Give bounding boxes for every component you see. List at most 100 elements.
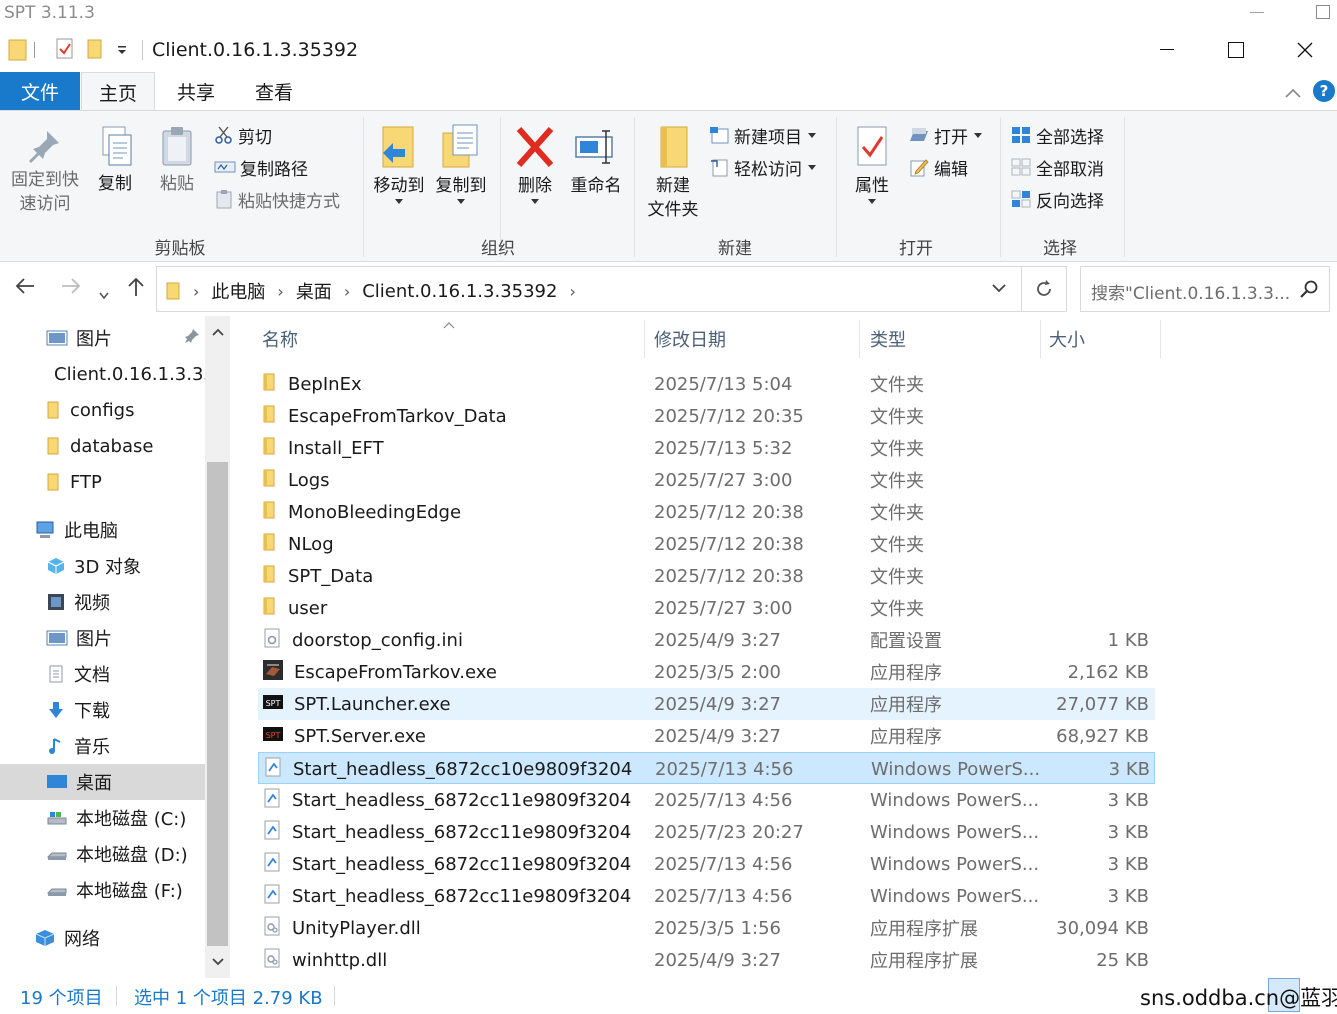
nav-item-database[interactable]: database [0, 428, 205, 464]
move-to-button[interactable]: 移动到 [370, 123, 428, 204]
file-row[interactable]: Start_headless_6872cc10e9809f3204... 2025… [258, 752, 1155, 784]
column-separator[interactable] [644, 320, 645, 358]
maximize-button[interactable] [1201, 28, 1271, 72]
file-row[interactable]: Start_headless_6872cc11e9809f3204... 2025… [258, 880, 1155, 912]
nav-item-documents[interactable]: 文档 [0, 656, 205, 692]
file-type: 文件夹 [870, 375, 924, 396]
edit-button[interactable]: 编辑 [908, 153, 968, 181]
minimize-button[interactable] [1132, 28, 1202, 72]
column-separator[interactable] [859, 320, 860, 358]
nav-item-drive-f[interactable]: 本地磁盘 (F:) [0, 872, 205, 908]
open-button[interactable]: 打开 [908, 121, 982, 149]
nav-item-network[interactable]: 网络 [0, 920, 205, 956]
column-separator[interactable] [1040, 320, 1041, 358]
nav-item-client-folder[interactable]: Client.0.16.1.3.35392 [0, 356, 205, 392]
nav-item-pictures-quick[interactable]: 图片 [0, 320, 205, 356]
recent-locations-chevron-icon[interactable] [98, 282, 110, 306]
customize-qa-dropdown-icon[interactable] [116, 42, 128, 61]
collapse-ribbon-icon[interactable] [1284, 84, 1302, 103]
nav-item-music[interactable]: 音乐 [0, 728, 205, 764]
breadcrumb-desktop[interactable]: 桌面 [296, 278, 332, 304]
nav-item-desktop[interactable]: 桌面 [0, 764, 205, 800]
nav-item-drive-c[interactable]: 本地磁盘 (C:) [0, 800, 205, 836]
nav-item-downloads[interactable]: 下载 [0, 692, 205, 728]
close-button[interactable] [1270, 28, 1337, 72]
properties-quick-icon[interactable] [56, 38, 74, 64]
file-date: 2025/7/12 20:38 [654, 533, 804, 555]
refresh-button[interactable] [1021, 266, 1067, 312]
file-row[interactable]: Start_headless_6872cc11e9809f3204... 2025… [258, 784, 1155, 816]
properties-button[interactable]: 属性 [844, 123, 900, 204]
file-row[interactable]: user 2025/7/27 3:00 文件夹 [258, 592, 1155, 624]
copy-button[interactable]: 复制 [88, 125, 142, 196]
file-row[interactable]: Install_EFT 2025/7/13 5:32 文件夹 [258, 432, 1155, 464]
background-minimize-icon[interactable] [1250, 12, 1264, 13]
breadcrumb-current-folder[interactable]: Client.0.16.1.3.35392 [362, 281, 557, 302]
nav-item-drive-d[interactable]: 本地磁盘 (D:) [0, 836, 205, 872]
back-arrow-icon[interactable] [14, 276, 36, 301]
file-row[interactable]: SPT SPT.Launcher.exe 2025/4/9 3:27 应用程序 27,0… [258, 688, 1155, 720]
nav-item-3d-objects[interactable]: 3D 对象 [0, 548, 205, 584]
file-row[interactable]: UnityPlayer.dll 2025/3/5 1:56 应用程序扩展 30,094… [258, 912, 1155, 944]
file-row[interactable]: EscapeFromTarkov_Data 2025/7/12 20:35 文件夹 [258, 400, 1155, 432]
nav-pane-scrollbar[interactable] [205, 316, 230, 978]
tab-share[interactable]: 共享 [160, 72, 232, 110]
scrollbar-thumb[interactable] [207, 462, 228, 946]
help-icon[interactable]: ? [1313, 80, 1335, 102]
address-history-dropdown-icon[interactable] [991, 279, 1007, 298]
up-arrow-icon[interactable] [126, 276, 146, 303]
delete-label: 删除 [518, 176, 552, 196]
search-icon[interactable] [1299, 279, 1319, 303]
pin-quick-access-button[interactable]: 固定到快 速访问 [6, 125, 84, 216]
forward-arrow-icon[interactable] [60, 276, 82, 301]
new-folder-button[interactable]: 新建 文件夹 [642, 123, 704, 222]
copy-to-button[interactable]: 复制到 [432, 123, 490, 204]
tab-file[interactable]: 文件 [0, 72, 80, 110]
delete-button[interactable]: 删除 [508, 123, 562, 204]
address-bar[interactable]: › 此电脑 › 桌面 › Client.0.16.1.3.35392 › [156, 266, 1022, 312]
select-all-button[interactable]: 全部选择 [1010, 121, 1104, 149]
tab-home[interactable]: 主页 [81, 72, 155, 112]
column-header-type[interactable]: 类型 [870, 316, 1040, 362]
breadcrumb-chevron-icon[interactable]: › [569, 282, 575, 301]
nav-item-videos[interactable]: 视频 [0, 584, 205, 620]
new-item-button[interactable]: 新建项目 [708, 121, 816, 149]
file-row[interactable]: MonoBleedingEdge 2025/7/12 20:38 文件夹 [258, 496, 1155, 528]
copy-path-button[interactable]: 复制路径 [214, 153, 308, 181]
background-maximize-icon[interactable] [1316, 5, 1330, 19]
nav-item-this-pc[interactable]: 此电脑 [0, 512, 205, 548]
invert-selection-button[interactable]: 反向选择 [1010, 185, 1104, 213]
file-row[interactable]: BepInEx 2025/7/13 5:04 文件夹 [258, 368, 1155, 400]
watermark-text: sns.oddba.cn@蓝羽 [1140, 986, 1337, 1010]
scroll-up-icon[interactable] [205, 318, 230, 346]
select-none-button[interactable]: 全部取消 [1010, 153, 1104, 181]
tab-view[interactable]: 查看 [238, 72, 310, 110]
paste-shortcut-button[interactable]: 粘贴快捷方式 [214, 185, 340, 213]
column-header-date[interactable]: 修改日期 [654, 316, 854, 362]
breadcrumb-this-pc[interactable]: 此电脑 [211, 278, 265, 304]
file-row[interactable]: EscapeFromTarkov.exe 2025/3/5 2:00 应用程序 2,1… [258, 656, 1155, 688]
easy-access-button[interactable]: 轻松访问 [708, 153, 816, 181]
column-header-size[interactable]: 大小 [1049, 316, 1159, 362]
paste-button[interactable]: 粘贴 [150, 125, 204, 196]
file-row[interactable]: Start_headless_6872cc11e9809f3204... 2025… [258, 816, 1155, 848]
file-row[interactable]: SPT_Data 2025/7/12 20:38 文件夹 [258, 560, 1155, 592]
nav-item-configs[interactable]: configs [0, 392, 205, 428]
scroll-down-icon[interactable] [205, 948, 230, 976]
file-row[interactable]: SPT SPT.Server.exe 2025/4/9 3:27 应用程序 68,927… [258, 720, 1155, 752]
file-row[interactable]: Logs 2025/7/27 3:00 文件夹 [258, 464, 1155, 496]
search-box[interactable]: 搜索"Client.0.16.1.3.3... [1080, 266, 1330, 312]
file-type: 文件夹 [870, 599, 924, 620]
nav-item-pictures[interactable]: 图片 [0, 620, 205, 656]
file-row[interactable]: doorstop_config.ini 2025/4/9 3:27 配置设置 1 KB [258, 624, 1155, 656]
column-header-name[interactable]: 名称 [262, 316, 642, 362]
column-separator[interactable] [1160, 320, 1161, 358]
file-row[interactable]: Start_headless_6872cc11e9809f3204... 2025… [258, 848, 1155, 880]
new-folder-quick-icon[interactable] [86, 38, 104, 64]
cut-button[interactable]: 剪切 [214, 121, 272, 149]
nav-item-ftp[interactable]: FTP [0, 464, 205, 500]
file-row[interactable]: winhttp.dll 2025/4/9 3:27 应用程序扩展 25 KB [258, 944, 1155, 976]
file-row[interactable]: NLog 2025/7/12 20:38 文件夹 [258, 528, 1155, 560]
rename-button[interactable]: 重命名 [566, 123, 626, 198]
file-size: 68,927 KB [1056, 725, 1149, 747]
